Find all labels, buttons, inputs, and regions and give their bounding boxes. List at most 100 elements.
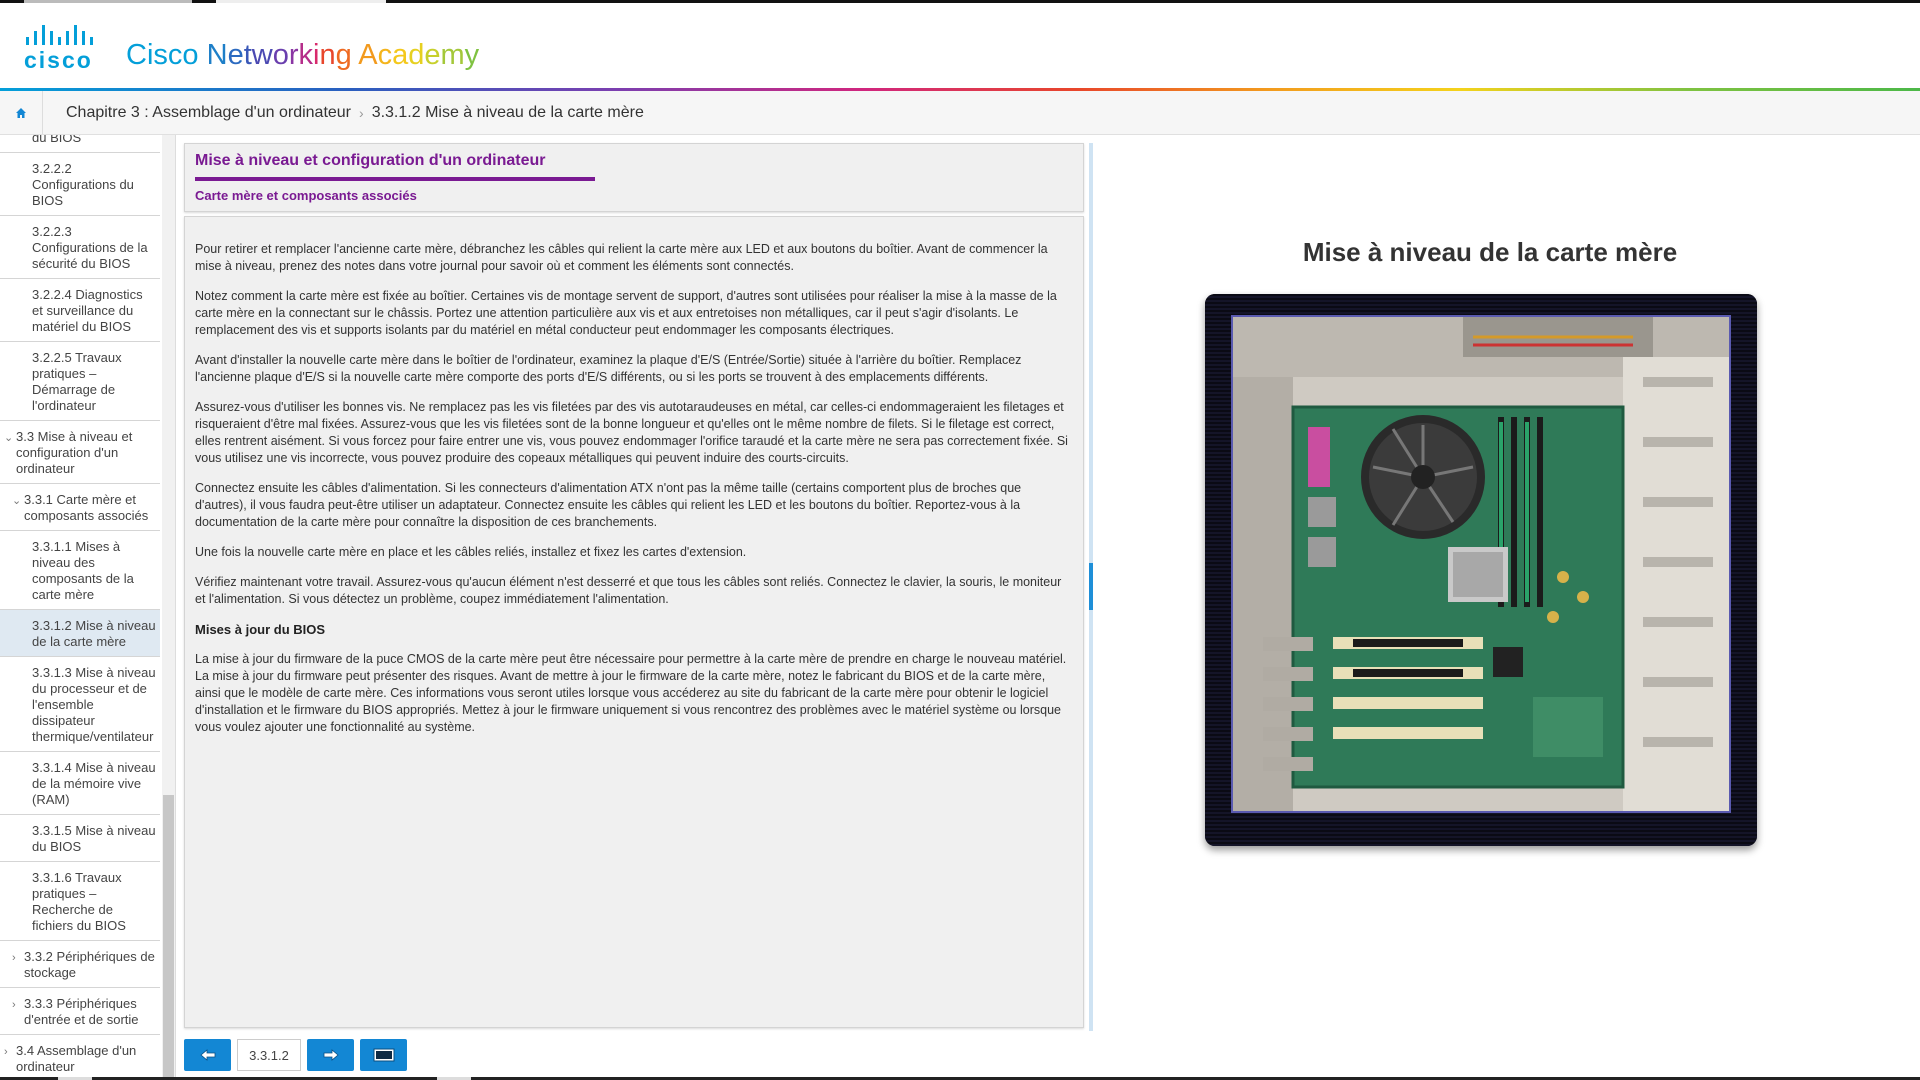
brand-letter: s (153, 39, 168, 71)
brand-letter: d (408, 39, 425, 71)
sidebar-item[interactable]: › 3.4 Assemblage d'un ordinateur (0, 1035, 160, 1080)
sidebar-item[interactable]: 3.3.1.6 Travaux pratiques – Recherche de… (0, 862, 160, 941)
brand-letter: t (243, 39, 252, 71)
page-number: 3.3.1.2 (237, 1039, 301, 1071)
chevron-down-icon[interactable]: ⌄ (12, 493, 21, 509)
sidebar-item-label: 3.2.2.5 Travaux pratiques – Démarrage de… (32, 350, 122, 413)
sidebar-item-label: 3.4 Assemblage d'un ordinateur (16, 1043, 137, 1074)
paragraph: Notez comment la carte mère est fixée au… (195, 289, 1057, 337)
sidebar-item[interactable]: 3.3.1.4 Mise à niveau de la mémoire vive… (0, 752, 160, 815)
brand-letter: C (126, 39, 147, 71)
sidebar: du BIOS 3.2.2.2 Configurations du BIOS 3.2… (0, 135, 176, 1080)
fullscreen-button[interactable] (360, 1039, 407, 1071)
arrow-left-icon (199, 1049, 215, 1061)
sidebar-item-label: 3.2.2.3 Configurations de la sécurité du… (32, 224, 148, 271)
sidebar-item-label: du BIOS (32, 135, 82, 145)
panel-header: Mise à niveau et configuration d'un ordi… (184, 143, 1084, 212)
sidebar-item[interactable]: du BIOS (0, 135, 160, 153)
brand-title: Cisco Networking Academy (126, 39, 479, 72)
chevron-right-icon[interactable]: › (12, 997, 16, 1013)
pane-divider-handle[interactable] (1089, 563, 1093, 610)
brand-letter: w (251, 39, 273, 71)
brand-letter: A (358, 39, 378, 71)
brand-letter: m (440, 39, 465, 71)
sidebar-item-label: 3.3 Mise à niveau et configuration d'un … (16, 429, 133, 476)
motherboard-image (1231, 315, 1731, 813)
breadcrumb-chapter[interactable]: Chapitre 3 : Assemblage d'un ordinateur (66, 104, 351, 122)
sidebar-item-label: 3.3.1.5 Mise à niveau du BIOS (32, 823, 156, 854)
sidebar-item-label: 3.3.1.4 Mise à niveau de la mémoire vive… (32, 760, 156, 807)
brand-letter: n (319, 39, 336, 71)
sidebar-item[interactable]: 3.3.1.3 Mise à niveau du processeur et d… (0, 657, 160, 752)
panel-text: Pour retirer et remplacer l'ancienne car… (195, 241, 1071, 749)
next-button[interactable] (307, 1039, 354, 1071)
home-button[interactable] (0, 91, 43, 134)
brand-letter (199, 39, 207, 71)
sidebar-item[interactable]: 3.2.2.4 Diagnostics et surveillance du m… (0, 279, 160, 342)
panel-body: Pour retirer et remplacer l'ancienne car… (184, 216, 1084, 1028)
paragraph: Une fois la nouvelle carte mère en place… (195, 545, 747, 559)
brand-letter: g (335, 39, 352, 71)
brand-letter: o (182, 39, 199, 71)
paragraph: Assurez-vous d'utiliser les bonnes vis. … (195, 400, 1068, 465)
chevron-right-icon[interactable]: › (12, 950, 16, 966)
sidebar-item[interactable]: 3.2.2.3 Configurations de la sécurité du… (0, 216, 160, 279)
sidebar-item-label: 3.3.1.3 Mise à niveau du processeur et d… (32, 665, 156, 744)
sidebar-item[interactable]: › 3.3.2 Périphériques de stockage (0, 941, 160, 988)
paragraph: Connectez ensuite les câbles d'alimentat… (195, 481, 1022, 529)
fullscreen-icon (373, 1048, 394, 1062)
breadcrumb: Chapitre 3 : Assemblage d'un ordinateur … (0, 91, 1920, 135)
brand-letter: y (464, 39, 480, 71)
previous-button[interactable] (184, 1039, 231, 1071)
brand-letter: r (288, 39, 299, 71)
sidebar-item-label: 3.3.1.6 Travaux pratiques – Recherche de… (32, 870, 126, 933)
media-frame (1205, 294, 1757, 846)
sidebar-scrollbar-thumb[interactable] (163, 795, 174, 1080)
cisco-logo-bars (26, 25, 104, 45)
sidebar-scrollbar[interactable] (162, 135, 175, 1080)
media-title: Mise à niveau de la carte mère (1302, 237, 1678, 267)
page-navigation: 3.3.1.2 (184, 1039, 407, 1071)
paragraph: Pour retirer et remplacer l'ancienne car… (195, 242, 1048, 273)
brand-letter: e (227, 39, 244, 71)
sidebar-item-label: 3.3.2 Périphériques de stockage (24, 949, 155, 980)
cisco-logo-text: cisco (24, 47, 93, 73)
brand-letter: c (167, 39, 183, 71)
sidebar-item-label: 3.3.1.2 Mise à niveau de la carte mère (32, 618, 156, 649)
panel-subtitle: Carte mère et composants associés (195, 188, 417, 203)
sidebar-item[interactable]: ⌄ 3.3.1 Carte mère et composants associés (0, 484, 160, 531)
breadcrumb-current: 3.3.1.2 Mise à niveau de la carte mère (371, 104, 644, 121)
sidebar-item[interactable]: 3.2.2.2 Configurations du BIOS (0, 153, 160, 216)
pane-divider[interactable] (1089, 143, 1093, 1031)
chevron-right-icon[interactable]: › (4, 1044, 8, 1060)
sidebar-item[interactable]: › 3.3.3 Périphériques d'entrée et de sort… (0, 988, 160, 1035)
sidebar-item-label: 3.3.1 Carte mère et composants associés (24, 492, 149, 523)
sidebar-item-label: 3.3.1.1 Mises à niveau des composants de… (32, 539, 134, 602)
sidebar-item[interactable]: 3.2.2.5 Travaux pratiques – Démarrage de… (0, 342, 160, 421)
panel-title: Mise à niveau et configuration d'un ordi… (195, 152, 546, 169)
brand-letter: k (298, 39, 314, 71)
home-icon (16, 107, 26, 118)
sidebar-item[interactable]: ⌄ 3.3 Mise à niveau et configuration d'un… (0, 421, 160, 484)
sidebar-item-label: 3.2.2.2 Configurations du BIOS (32, 161, 134, 208)
sidebar-list: du BIOS 3.2.2.2 Configurations du BIOS 3.2… (0, 135, 160, 1080)
cisco-logo[interactable]: cisco (24, 25, 104, 73)
sidebar-item[interactable]: 3.3.1.2 Mise à niveau de la carte mère (0, 610, 160, 657)
paragraph: La mise à jour du firmware de la puce CM… (195, 652, 1067, 734)
sidebar-item[interactable]: 3.3.1.1 Mises à niveau des composants de… (0, 531, 160, 610)
sidebar-item-label: 3.2.2.4 Diagnostics et surveillance du m… (32, 287, 143, 334)
brand-letter: c (377, 39, 393, 71)
breadcrumb-separator: › (359, 105, 364, 121)
brand-letter: e (424, 39, 441, 71)
paragraph: Vérifiez maintenant votre travail. Assur… (195, 575, 1062, 606)
bios-heading: Mises à jour du BIOS (195, 622, 326, 637)
chevron-down-icon[interactable]: ⌄ (4, 430, 13, 446)
header: cisco Cisco Networking Academy (0, 3, 1920, 88)
motherboard-illustration (1233, 317, 1729, 811)
sidebar-item-label: 3.3.3 Périphériques d'entrée et de sorti… (24, 996, 139, 1027)
sidebar-item[interactable]: 3.3.1.5 Mise à niveau du BIOS (0, 815, 160, 862)
paragraph: Avant d'installer la nouvelle carte mère… (195, 353, 1022, 384)
panel-title-rule (195, 177, 595, 181)
brand-letter: a (392, 39, 409, 71)
brand-letter: N (206, 39, 228, 71)
